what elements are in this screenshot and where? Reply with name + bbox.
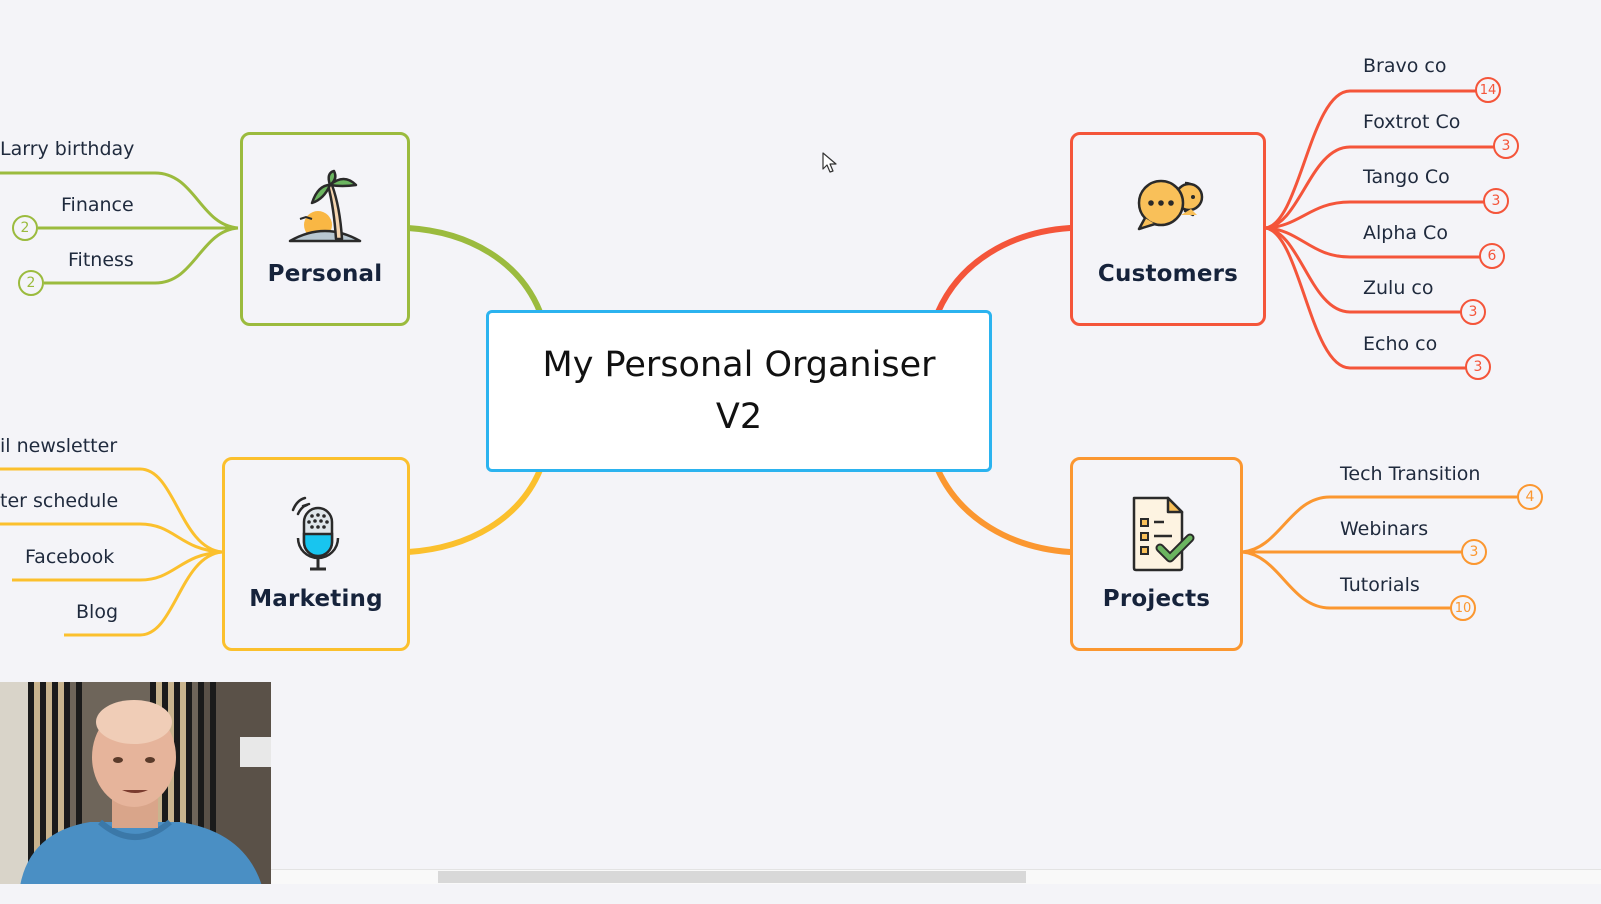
subtopic-newsletter[interactable]: il newsletter bbox=[0, 435, 117, 457]
topic-label: Customers bbox=[1097, 261, 1239, 287]
palm-tree-island-icon bbox=[288, 169, 362, 243]
task-count-badge[interactable]: 3 bbox=[1493, 133, 1519, 159]
branch-marketing bbox=[405, 467, 543, 555]
subtopic-echo-co[interactable]: Echo co bbox=[1363, 333, 1437, 355]
topic-label: Personal bbox=[267, 261, 383, 287]
subtopic-facebook[interactable]: Facebook bbox=[25, 546, 114, 568]
topic-projects[interactable]: Projects bbox=[1070, 457, 1243, 651]
subtopic-tutorials[interactable]: Tutorials bbox=[1340, 574, 1420, 596]
checklist-document-icon bbox=[1132, 496, 1194, 572]
subtopic-finance[interactable]: Finance bbox=[61, 194, 134, 216]
presenter-webcam-overlay bbox=[0, 682, 271, 886]
task-count-badge[interactable]: 3 bbox=[1460, 299, 1486, 325]
task-count-badge[interactable]: 3 bbox=[1483, 188, 1509, 214]
task-count-badge[interactable]: 3 bbox=[1461, 539, 1487, 565]
topic-customers[interactable]: Customers bbox=[1070, 132, 1266, 326]
topic-personal[interactable]: Personal bbox=[240, 132, 410, 326]
branch-customers bbox=[935, 225, 1073, 315]
chat-bubbles-icon bbox=[1137, 179, 1204, 231]
mouse-cursor-icon bbox=[822, 152, 837, 173]
task-count-badge[interactable]: 10 bbox=[1450, 595, 1476, 621]
scrollbar-thumb[interactable] bbox=[438, 871, 1026, 883]
subtopic-schedule[interactable]: ter schedule bbox=[0, 490, 118, 512]
microphone-icon bbox=[291, 496, 340, 571]
topic-marketing[interactable]: Marketing bbox=[222, 457, 410, 651]
topic-label: Marketing bbox=[249, 586, 383, 612]
task-count-badge[interactable]: 3 bbox=[1465, 354, 1491, 380]
horizontal-scrollbar[interactable] bbox=[271, 869, 1601, 884]
subtopic-alpha-co[interactable]: Alpha Co bbox=[1363, 222, 1448, 244]
subtopic-fitness[interactable]: Fitness bbox=[68, 249, 134, 271]
task-count-badge[interactable]: 2 bbox=[18, 270, 44, 296]
task-count-badge[interactable]: 6 bbox=[1479, 243, 1505, 269]
subtopic-tango-co[interactable]: Tango Co bbox=[1363, 166, 1450, 188]
subtopic-bravo-co[interactable]: Bravo co bbox=[1363, 55, 1446, 77]
bottom-strip bbox=[0, 884, 1601, 904]
topic-label: Projects bbox=[1102, 586, 1211, 612]
central-topic[interactable]: My Personal Organiser V2 bbox=[486, 310, 992, 472]
branch-projects bbox=[935, 467, 1073, 555]
subtopic-zulu-co[interactable]: Zulu co bbox=[1363, 277, 1434, 299]
subtopic-blog[interactable]: Blog bbox=[76, 601, 118, 623]
subtopic-webinars[interactable]: Webinars bbox=[1340, 518, 1428, 540]
webcam-video-frame bbox=[0, 682, 271, 886]
subtopic-foxtrot-co[interactable]: Foxtrot Co bbox=[1363, 111, 1460, 133]
task-count-badge[interactable]: 2 bbox=[12, 215, 38, 241]
task-count-badge[interactable]: 4 bbox=[1517, 484, 1543, 510]
subtopic-tech-transition[interactable]: Tech Transition bbox=[1340, 463, 1480, 485]
central-topic-title: My Personal Organiser V2 bbox=[542, 345, 936, 437]
subtopic-larry-birthday[interactable]: Larry birthday bbox=[0, 138, 134, 160]
branch-personal bbox=[405, 225, 543, 315]
task-count-badge[interactable]: 14 bbox=[1475, 77, 1501, 103]
